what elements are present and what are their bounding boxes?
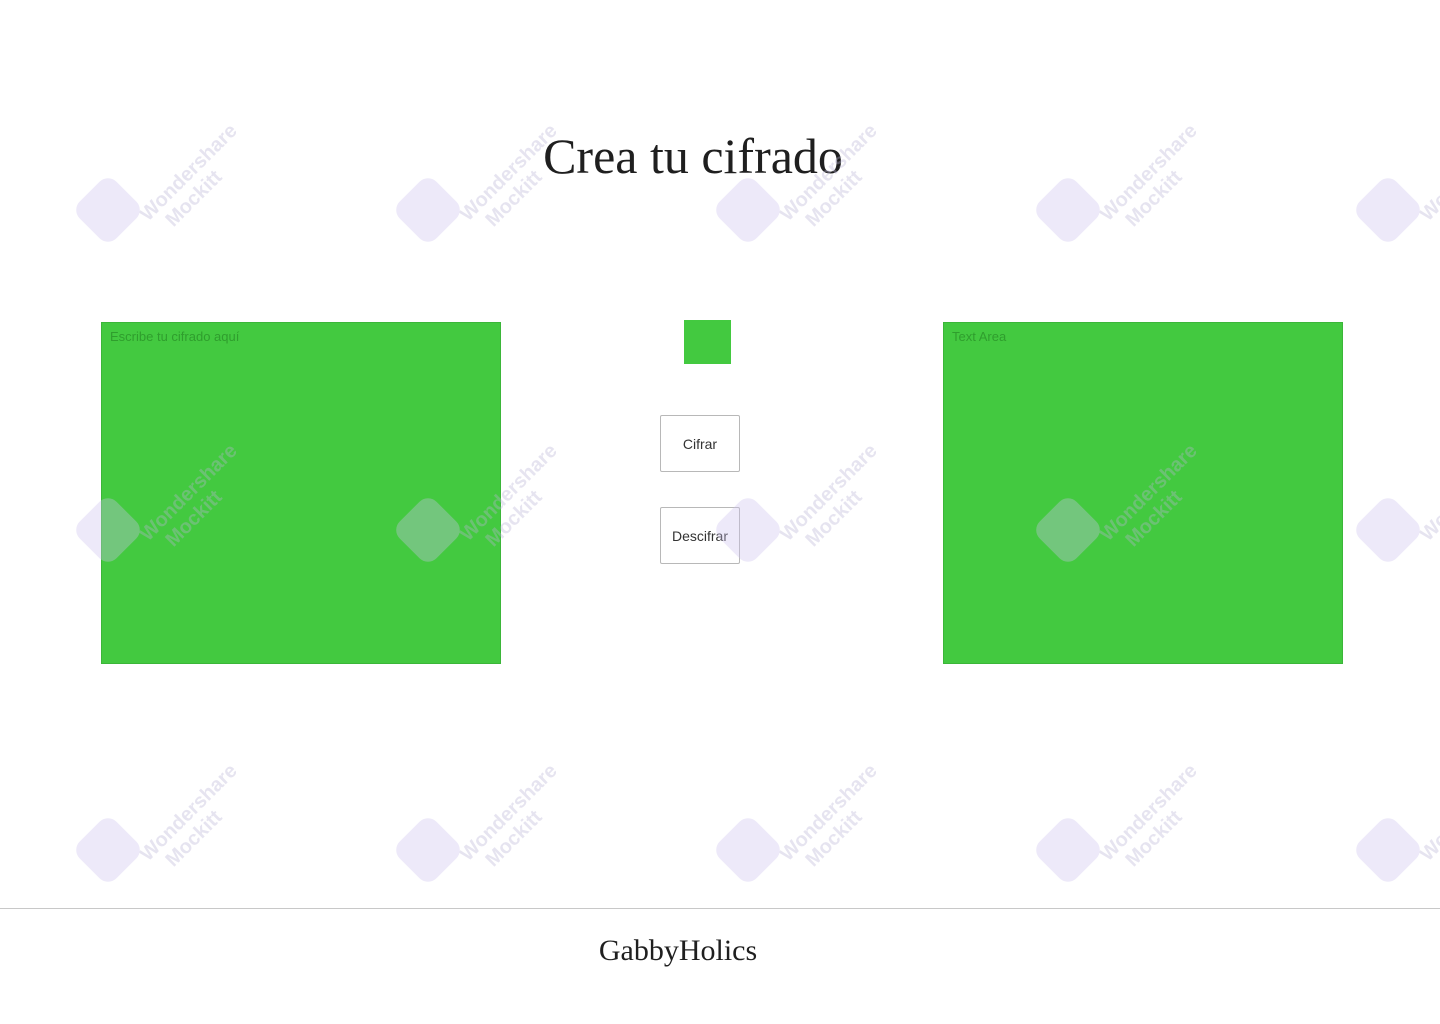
- watermark-product: Mockitt: [161, 806, 227, 872]
- watermark-text: WondershareMockitt: [1416, 440, 1440, 561]
- watermark-brand: Wondershare: [776, 439, 882, 546]
- watermark-brand: Wondershare: [136, 759, 242, 866]
- shift-key-box[interactable]: [684, 320, 731, 364]
- watermark-brand: Wondershare: [1416, 439, 1440, 546]
- watermark-brand: Wondershare: [1416, 759, 1440, 866]
- footer-brand: GabbyHolics: [598, 934, 758, 967]
- watermark-text: WondershareMockitt: [1416, 760, 1440, 881]
- watermark-product: Mockitt: [1432, 775, 1440, 881]
- watermark-tile: WondershareMockitt: [392, 710, 572, 900]
- watermark-product: Mockitt: [801, 486, 867, 552]
- watermark-brand: Wondershare: [776, 759, 882, 866]
- watermark-text: WondershareMockitt: [776, 760, 892, 881]
- mockitt-logo-icon: [1352, 813, 1425, 887]
- watermark-text: WondershareMockitt: [456, 760, 572, 881]
- watermark-text: WondershareMockitt: [136, 760, 252, 881]
- cipher-output-textarea[interactable]: [943, 322, 1343, 664]
- watermark-product: Mockitt: [1432, 455, 1440, 561]
- page-title: Crea tu cifrado: [543, 128, 843, 184]
- watermark-product: Mockitt: [481, 806, 547, 872]
- watermark-tile: WondershareMockitt: [712, 710, 892, 900]
- watermark-tile: WondershareMockitt: [1352, 710, 1440, 900]
- watermark-brand: Wondershare: [1416, 119, 1440, 226]
- watermark-text: WondershareMockitt: [776, 440, 892, 561]
- watermark-brand: Wondershare: [1096, 759, 1202, 866]
- watermark-text: WondershareMockitt: [1096, 760, 1212, 881]
- footer-divider: [0, 908, 1440, 909]
- mockitt-logo-icon: [72, 813, 145, 887]
- cipher-input-textarea[interactable]: [101, 322, 501, 664]
- watermark-tile: WondershareMockitt: [72, 710, 252, 900]
- mockitt-logo-icon: [1352, 493, 1425, 567]
- watermark-product: Mockitt: [1432, 135, 1440, 241]
- watermark-product: Mockitt: [801, 806, 867, 872]
- watermark-product: Mockitt: [1121, 806, 1187, 872]
- encode-button[interactable]: Cifrar: [660, 415, 740, 472]
- watermark-tile: WondershareMockitt: [1352, 390, 1440, 580]
- watermark-tile: WondershareMockitt: [1032, 710, 1212, 900]
- decode-button[interactable]: Descifrar: [660, 507, 740, 564]
- mockitt-logo-icon: [1032, 813, 1105, 887]
- watermark-text: WondershareMockitt: [1416, 120, 1440, 241]
- mockitt-logo-icon: [392, 813, 465, 887]
- watermark-brand: Wondershare: [456, 759, 562, 866]
- mockitt-logo-icon: [712, 813, 785, 887]
